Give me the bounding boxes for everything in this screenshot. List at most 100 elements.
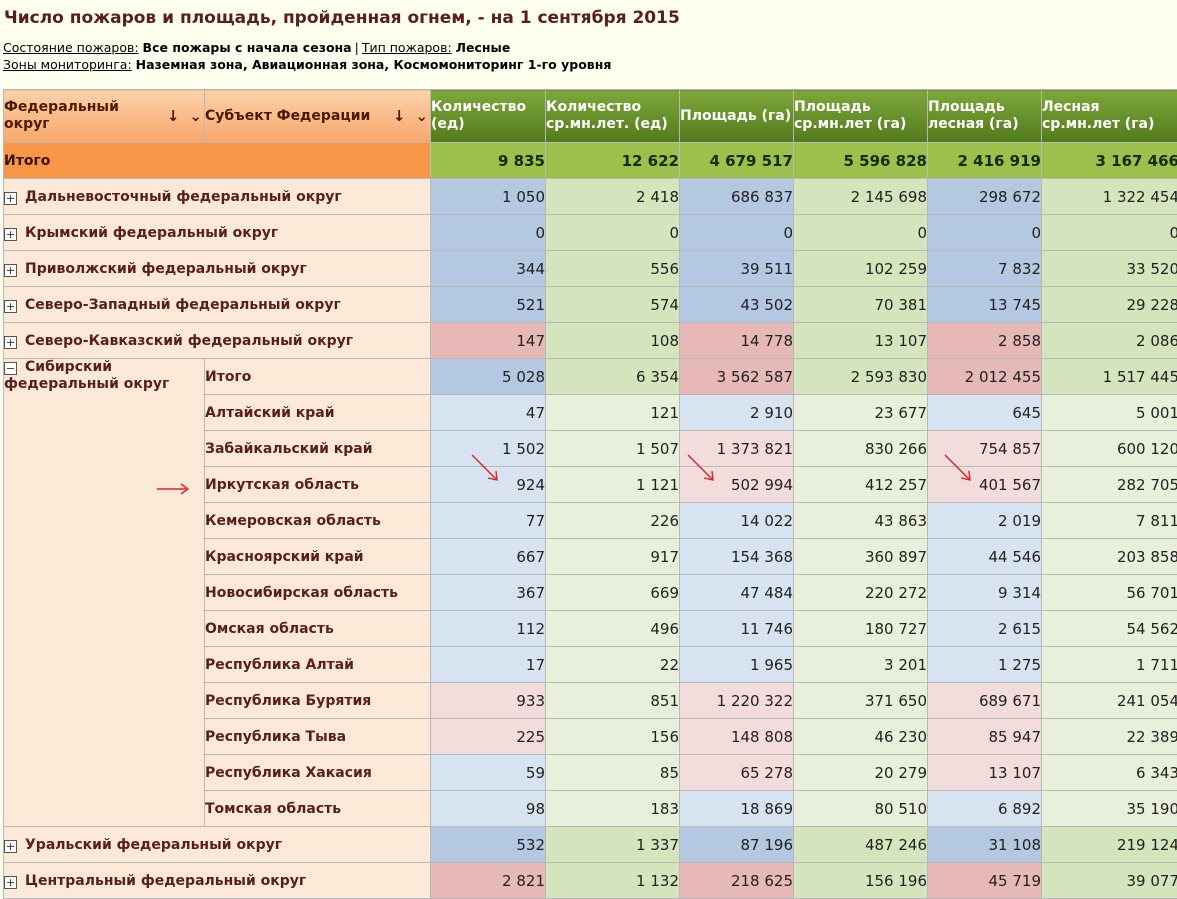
value-cell: 0 <box>928 215 1042 251</box>
sort-arrow-icon[interactable]: ↓ <box>167 108 180 125</box>
region-cell[interactable]: + Центральный федеральный округ <box>4 863 431 899</box>
subtotal-label: Итого <box>205 359 431 395</box>
value-cell: 5 001 <box>1042 395 1177 431</box>
value-cell: 2 012 455 <box>928 359 1042 395</box>
value-cell: 521 <box>431 287 546 323</box>
column-header-label: Субъект Федерации <box>205 108 370 125</box>
value-cell: 13 107 <box>794 323 928 359</box>
value-cell: 33 520 <box>1042 251 1177 287</box>
region-label: Центральный федеральный округ <box>25 873 306 889</box>
subject-label[interactable]: Забайкальский край <box>205 431 431 467</box>
value-cell: 3 201 <box>794 647 928 683</box>
subject-label[interactable]: Республика Тыва <box>205 719 431 755</box>
value-cell: 11 746 <box>680 611 794 647</box>
zones-filter-link[interactable]: Зоны мониторинга: <box>3 57 132 72</box>
value-cell: 54 562 <box>1042 611 1177 647</box>
value-cell: 13 745 <box>928 287 1042 323</box>
value-cell: 98 <box>431 791 546 827</box>
region-cell[interactable]: +Крымский федеральный округ <box>4 215 431 251</box>
value-cell: 2 145 698 <box>794 179 928 215</box>
region-cell[interactable]: + Дальневосточный федеральный округ <box>4 179 431 215</box>
value-cell: 156 <box>546 719 680 755</box>
expand-icon[interactable]: + <box>4 192 17 205</box>
value-cell: 80 510 <box>794 791 928 827</box>
annotation-arrow <box>155 480 191 498</box>
filter-line-1: Состояние пожаров: Все пожары с начала с… <box>3 39 611 56</box>
expand-icon[interactable]: + <box>4 840 17 853</box>
value-cell: 851 <box>546 683 680 719</box>
value-cell: 29 228 <box>1042 287 1177 323</box>
subject-label[interactable]: Красноярский край <box>205 539 431 575</box>
value-cell: 20 279 <box>794 755 928 791</box>
column-header-subject[interactable]: Субъект Федерации ↓ ⌄ <box>205 90 431 143</box>
value-cell: 23 677 <box>794 395 928 431</box>
region-cell[interactable]: +Северо-Западный федеральный округ <box>4 287 431 323</box>
region-cell[interactable]: + Уральский федеральный округ <box>4 827 431 863</box>
value-cell: 225 <box>431 719 546 755</box>
region-row: +Центральный федеральный округ2 8211 132… <box>4 863 1177 899</box>
value-cell: 917 <box>546 539 680 575</box>
column-header-forest-area-avg[interactable]: Лесная ср.мн.лет (га) <box>1042 90 1177 143</box>
subject-label[interactable]: Республика Бурятия <box>205 683 431 719</box>
value-cell: 47 <box>431 395 546 431</box>
subject-label[interactable]: Иркутская область <box>205 467 431 503</box>
value-cell: 241 054 <box>1042 683 1177 719</box>
chevron-down-icon[interactable]: ⌄ <box>415 108 428 125</box>
chevron-down-icon[interactable]: ⌄ <box>189 108 202 125</box>
subject-label[interactable]: Новосибирская область <box>205 575 431 611</box>
column-header-forest-area[interactable]: Площадь лесная (га) <box>928 90 1042 143</box>
subject-label[interactable]: Омская область <box>205 611 431 647</box>
region-cell[interactable]: −Сибирский федеральный округ <box>4 359 205 827</box>
column-header-federal-district[interactable]: Федеральный округ ↓ ⌄ <box>4 90 205 143</box>
value-cell: 1 220 322 <box>680 683 794 719</box>
subject-label[interactable]: Томская область <box>205 791 431 827</box>
region-label: Дальневосточный федеральный округ <box>25 189 342 205</box>
subject-label[interactable]: Алтайский край <box>205 395 431 431</box>
value-cell: 121 <box>546 395 680 431</box>
value-cell: 85 947 <box>928 719 1042 755</box>
region-label: Уральский федеральный округ <box>25 837 282 853</box>
region-cell[interactable]: +Северо-Кавказский федеральный округ <box>4 323 431 359</box>
value-cell: 31 108 <box>928 827 1042 863</box>
value-cell: 2 910 <box>680 395 794 431</box>
value-cell: 360 897 <box>794 539 928 575</box>
value-cell: 282 705 <box>1042 467 1177 503</box>
subject-label[interactable]: Республика Хакасия <box>205 755 431 791</box>
value-cell: 56 701 <box>1042 575 1177 611</box>
value-cell: 412 257 <box>794 467 928 503</box>
value-cell: 689 671 <box>928 683 1042 719</box>
value-cell: 686 837 <box>680 179 794 215</box>
region-row: +Крымский федеральный округ000000 <box>4 215 1177 251</box>
region-cell[interactable]: + Приволжский федеральный округ <box>4 251 431 287</box>
region-row: +Северо-Западный федеральный округ521574… <box>4 287 1177 323</box>
expand-icon[interactable]: + <box>4 876 17 889</box>
type-filter-link[interactable]: Тип пожаров: <box>362 40 452 55</box>
state-filter-link[interactable]: Состояние пожаров: <box>3 40 139 55</box>
value-cell: 147 <box>431 323 546 359</box>
column-header-count[interactable]: Количество (ед) <box>431 90 546 143</box>
expand-icon[interactable]: + <box>4 300 17 313</box>
pivot-table-body: Итого9 83512 6224 679 5175 596 8282 416 … <box>4 143 1177 899</box>
value-cell: 5 596 828 <box>794 143 928 179</box>
value-cell: 933 <box>431 683 546 719</box>
subject-label[interactable]: Республика Алтай <box>205 647 431 683</box>
value-cell: 154 368 <box>680 539 794 575</box>
value-cell: 43 863 <box>794 503 928 539</box>
value-cell: 218 625 <box>680 863 794 899</box>
sort-arrow-icon[interactable]: ↓ <box>393 108 406 125</box>
collapse-icon[interactable]: − <box>4 362 17 375</box>
value-cell: 2 821 <box>431 863 546 899</box>
expand-icon[interactable]: + <box>4 336 17 349</box>
column-header-area-avg[interactable]: Площадь ср.мн.лет (га) <box>794 90 928 143</box>
region-label: Приволжский федеральный округ <box>25 261 307 277</box>
value-cell: 2 019 <box>928 503 1042 539</box>
expand-icon[interactable]: + <box>4 228 17 241</box>
value-cell: 371 650 <box>794 683 928 719</box>
subject-label[interactable]: Кемеровская область <box>205 503 431 539</box>
value-cell: 645 <box>928 395 1042 431</box>
expand-icon[interactable]: + <box>4 264 17 277</box>
column-header-area[interactable]: Площадь (га) <box>680 90 794 143</box>
value-cell: 6 343 <box>1042 755 1177 791</box>
value-cell: 0 <box>431 215 546 251</box>
column-header-count-avg[interactable]: Количество ср.мн.лет. (ед) <box>546 90 680 143</box>
